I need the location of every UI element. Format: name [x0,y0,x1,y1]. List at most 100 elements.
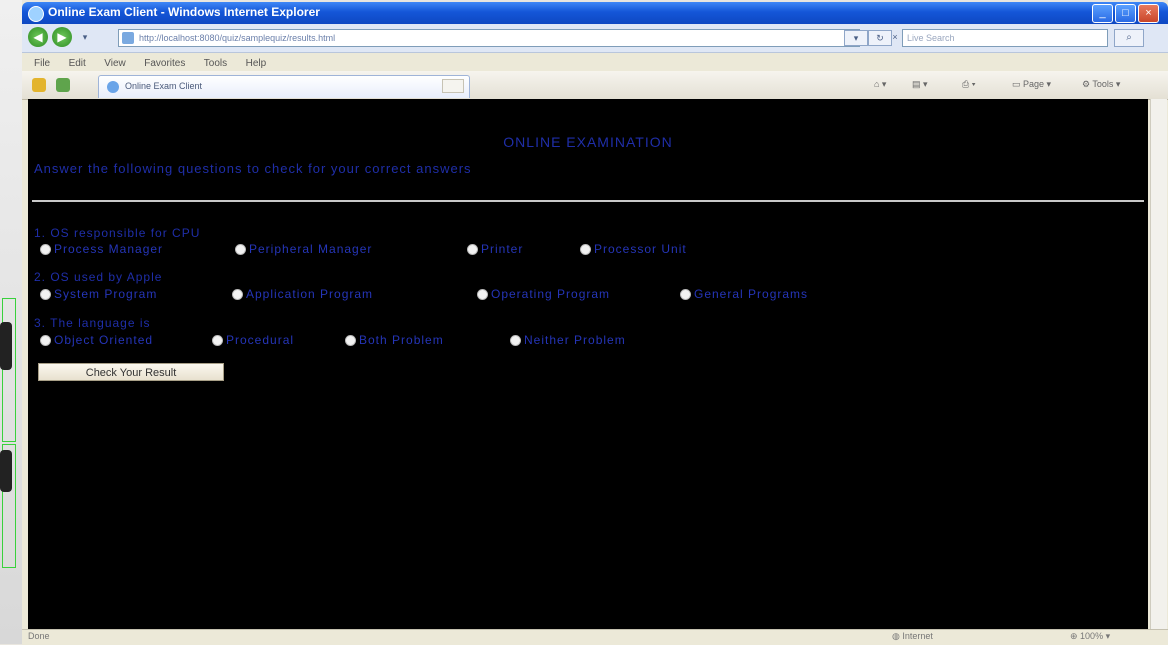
instruction-text: Answer the following questions to check … [34,161,472,176]
maximize-button[interactable]: □ [1115,4,1136,23]
radio-button[interactable] [235,244,246,256]
page-icon [122,32,134,44]
radio-button[interactable] [477,289,488,301]
close-button[interactable]: × [1138,4,1159,23]
favorites-star-icon[interactable] [32,78,46,92]
browser-window: Online Exam Client - Windows Internet Ex… [22,2,1168,645]
tab-page-icon [107,81,119,93]
radio-button[interactable] [467,244,478,256]
forward-button[interactable]: ▶ [52,27,72,47]
option-label: System Program [54,287,158,301]
option-label: Operating Program [491,287,611,301]
q2-option-1[interactable]: System Program [40,287,157,301]
option-label: Processor Unit [594,242,687,256]
option-label: Both Problem [359,333,444,347]
home-icon[interactable]: ⌂ ▾ [874,79,886,90]
option-label: Application Program [246,287,374,301]
refresh-button[interactable]: ↻ [868,30,892,46]
radio-button[interactable] [40,335,51,347]
menu-favorites[interactable]: Favorites [144,58,185,69]
menu-edit[interactable]: Edit [69,58,86,69]
menu-bar: File Edit View Favorites Tools Help [22,53,1168,71]
option-label: Neither Problem [524,333,626,347]
q1-option-3[interactable]: Printer [467,242,523,256]
q1-option-4[interactable]: Processor Unit [580,242,687,256]
minimize-button[interactable]: _ [1092,4,1113,23]
q1-option-2[interactable]: Peripheral Manager [235,242,372,256]
q3-option-4[interactable]: Neither Problem [510,333,626,347]
zone-label: Internet [902,631,933,641]
globe-icon: ◍ [892,631,903,641]
page-icon: ▭ [1012,79,1024,89]
page-menu[interactable]: ▭ Page ▾ [1012,79,1051,90]
q2-option-4[interactable]: General Programs [680,287,808,301]
ie-icon [28,6,44,22]
option-label: Printer [481,242,524,256]
menu-file[interactable]: File [34,58,50,69]
url-text: http://localhost:8080/quiz/samplequiz/re… [139,33,336,43]
history-dropdown-icon[interactable]: ▾ [78,30,92,44]
radio-button[interactable] [232,289,243,301]
address-bar: ◀ ▶ ▾ http://localhost:8080/quiz/sampleq… [22,24,1168,53]
status-bar: Done ◍ Internet ⊕ 100% ▾ [22,629,1168,645]
option-label: Procedural [226,333,295,347]
radio-button[interactable] [40,244,51,256]
q2-option-3[interactable]: Operating Program [477,287,610,301]
radio-button[interactable] [345,335,356,347]
print-icon[interactable]: ⎙ ▾ [962,79,975,90]
zoom-label: 100% [1080,631,1104,641]
menu-help[interactable]: Help [246,58,267,69]
check-result-button[interactable]: Check Your Result [38,363,224,381]
page-content: ONLINE EXAMINATION Answer the following … [28,99,1148,629]
security-zone: ◍ Internet [892,631,933,642]
radio-button[interactable] [212,335,223,347]
tab-label: Online Exam Client [125,81,203,91]
back-button[interactable]: ◀ [28,27,48,47]
dark-shape [0,322,12,370]
radio-button[interactable] [680,289,691,301]
option-label: Peripheral Manager [249,242,373,256]
q3-option-2[interactable]: Procedural [212,333,294,347]
gear-icon: ⚙ [1082,79,1093,89]
q1-option-1[interactable]: Process Manager [40,242,163,256]
option-label: Object Oriented [54,333,154,347]
radio-button[interactable] [40,289,51,301]
tools-menu[interactable]: ⚙ Tools ▾ [1082,79,1120,90]
search-placeholder: Live Search [907,33,955,43]
q3-option-3[interactable]: Both Problem [345,333,444,347]
divider [32,200,1144,202]
zoom-level[interactable]: ⊕ 100% ▾ [1070,631,1110,642]
tools-menu-label: Tools [1092,79,1114,89]
page-menu-label: Page [1023,79,1045,89]
green-frame [2,298,16,442]
tab-bar: Online Exam Client ⌂ ▾ ▤ ▾ ⎙ ▾ ▭ Page ▾ … [22,71,1168,100]
stop-button[interactable]: × [892,30,898,44]
question-1: 1. OS responsible for CPU [34,226,201,240]
window-title: Online Exam Client - Windows Internet Ex… [48,5,320,19]
zoom-icon: ⊕ [1070,631,1081,641]
url-dropdown-button[interactable]: ▾ [844,30,868,46]
menu-view[interactable]: View [104,58,126,69]
status-text: Done [28,631,50,641]
new-tab-button[interactable] [442,79,464,93]
add-favorites-icon[interactable] [56,78,70,92]
question-2: 2. OS used by Apple [34,270,163,284]
page-title: ONLINE EXAMINATION [503,134,673,150]
radio-button[interactable] [580,244,591,256]
vertical-scrollbar[interactable] [1150,99,1167,629]
background-strip [0,0,22,644]
url-field[interactable]: http://localhost:8080/quiz/samplequiz/re… [118,29,860,47]
search-button[interactable]: ⌕ [1114,29,1144,47]
search-input[interactable]: Live Search [902,29,1108,47]
radio-button[interactable] [510,335,521,347]
q3-option-1[interactable]: Object Oriented [40,333,153,347]
title-bar: Online Exam Client - Windows Internet Ex… [22,2,1168,24]
dark-shape [0,450,12,492]
option-label: Process Manager [54,242,164,256]
tab-online-exam[interactable]: Online Exam Client [98,75,470,98]
feeds-icon[interactable]: ▤ ▾ [912,79,928,90]
q2-option-2[interactable]: Application Program [232,287,373,301]
option-label: General Programs [694,287,809,301]
menu-tools[interactable]: Tools [204,58,227,69]
question-3: 3. The language is [34,316,151,330]
